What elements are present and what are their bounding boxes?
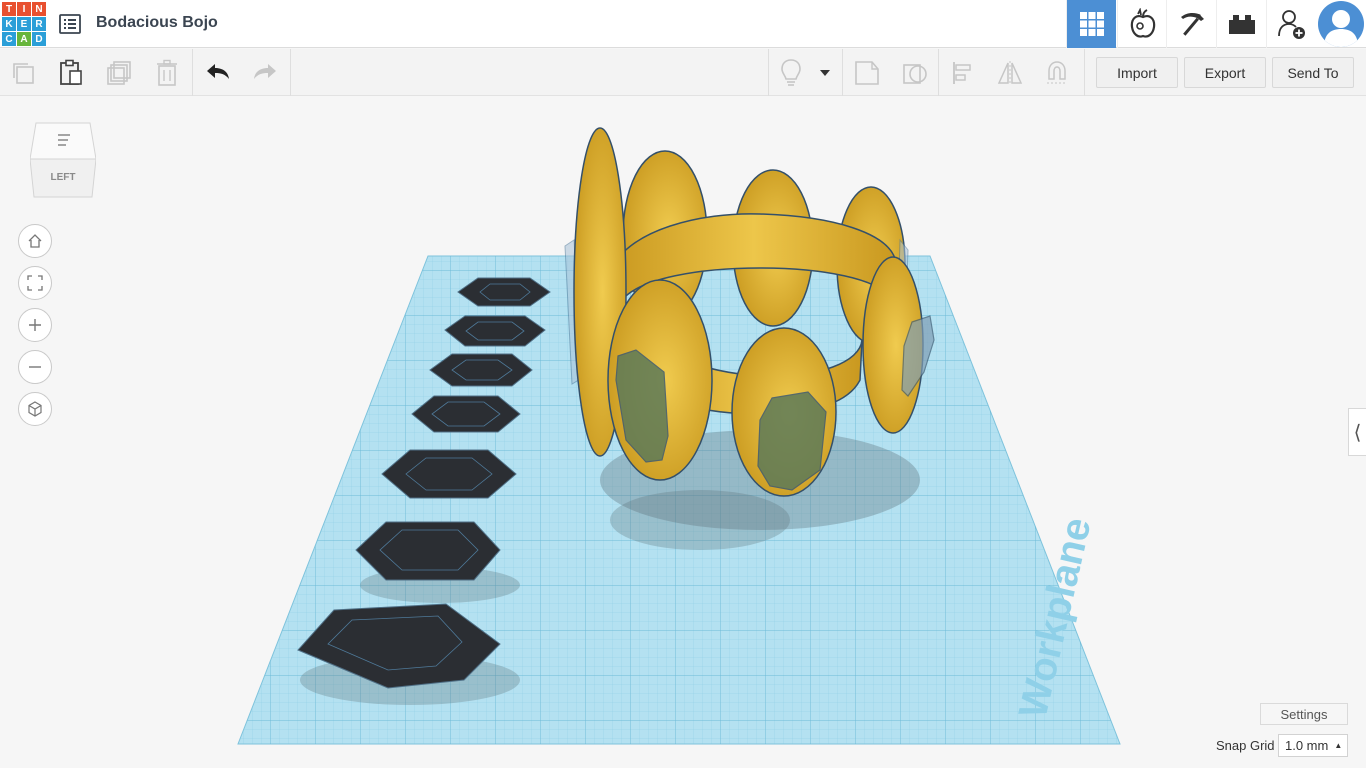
pickaxe-icon bbox=[1180, 12, 1204, 36]
fit-view-button[interactable] bbox=[18, 266, 52, 300]
caret-up-icon: ▲ bbox=[1334, 741, 1343, 750]
logo-letter: C bbox=[2, 32, 16, 46]
user-avatar[interactable] bbox=[1318, 1, 1364, 47]
duplicate-icon bbox=[107, 60, 131, 85]
show-hide-button[interactable] bbox=[768, 49, 814, 96]
toolbar-divider bbox=[842, 49, 843, 96]
apple-icon bbox=[1130, 8, 1155, 38]
cruise-button[interactable] bbox=[1034, 49, 1080, 96]
bricks-view-button[interactable] bbox=[1216, 0, 1266, 48]
logo-letter: E bbox=[17, 17, 31, 31]
plus-icon bbox=[29, 319, 41, 331]
logo-letter: T bbox=[2, 2, 16, 16]
logo-letter: R bbox=[32, 17, 46, 31]
undo-icon bbox=[207, 63, 229, 79]
magnet-icon bbox=[1047, 60, 1067, 83]
delete-button[interactable] bbox=[144, 49, 190, 96]
ungroup-icon bbox=[903, 63, 927, 84]
fit-all-icon bbox=[27, 275, 43, 291]
octagon-plate[interactable] bbox=[444, 315, 546, 347]
brick-icon bbox=[1228, 15, 1255, 34]
logo-letter: K bbox=[2, 17, 16, 31]
logo-letter: A bbox=[17, 32, 31, 46]
invite-user-button[interactable] bbox=[1266, 0, 1316, 48]
logo-letter: D bbox=[32, 32, 46, 46]
home-icon bbox=[28, 234, 42, 248]
export-button[interactable]: Export bbox=[1184, 57, 1266, 88]
trash-icon bbox=[157, 59, 177, 86]
blocks-view-button[interactable] bbox=[1166, 0, 1216, 48]
mirror-button[interactable] bbox=[987, 49, 1033, 96]
design-list-button[interactable] bbox=[58, 12, 82, 36]
settings-button[interactable]: Settings bbox=[1260, 703, 1348, 725]
snap-grid-label: Snap Grid bbox=[1216, 738, 1275, 753]
octagon-plate[interactable] bbox=[457, 277, 551, 307]
view-cube-face-label: LEFT bbox=[50, 172, 76, 183]
top-bar: T I N K E R C A D Bodacious Bojo bbox=[0, 0, 1366, 48]
logo-letter: I bbox=[17, 2, 31, 16]
3d-design-view-button[interactable] bbox=[1066, 0, 1116, 48]
view-cube-icon bbox=[29, 122, 97, 198]
caret-down-icon bbox=[820, 69, 830, 76]
clipboard-icon bbox=[60, 59, 82, 85]
edit-toolbar: Import Export Send To bbox=[0, 49, 1366, 96]
import-button[interactable]: Import bbox=[1096, 57, 1178, 88]
toolbar-divider bbox=[1084, 49, 1085, 96]
duplicate-button[interactable] bbox=[96, 49, 142, 96]
logo-letter: N bbox=[32, 2, 46, 16]
group-button[interactable] bbox=[844, 49, 890, 96]
copy-icon bbox=[13, 62, 34, 84]
grid-icon bbox=[1079, 12, 1104, 36]
zoom-out-button[interactable] bbox=[18, 350, 52, 384]
redo-button[interactable] bbox=[242, 49, 288, 96]
lightbulb-icon bbox=[781, 58, 801, 86]
chevron-left-icon: ⟨ bbox=[1353, 421, 1362, 444]
show-hide-dropdown[interactable] bbox=[812, 49, 838, 96]
snap-grid-value: 1.0 mm bbox=[1285, 738, 1329, 753]
toolbar-divider bbox=[938, 49, 939, 96]
align-button[interactable] bbox=[940, 49, 986, 96]
align-icon bbox=[953, 61, 971, 84]
toolbar-divider bbox=[192, 49, 193, 96]
home-view-button[interactable] bbox=[18, 224, 52, 258]
view-cube[interactable]: LEFT bbox=[29, 121, 97, 199]
redo-icon bbox=[254, 63, 276, 79]
octagon-plate[interactable] bbox=[429, 353, 533, 387]
perspective-toggle-button[interactable] bbox=[18, 392, 52, 426]
cube-icon bbox=[28, 401, 42, 417]
project-title[interactable]: Bodacious Bojo bbox=[96, 14, 218, 32]
send-to-button[interactable]: Send To bbox=[1272, 57, 1354, 88]
octagon-plate[interactable] bbox=[355, 521, 501, 581]
copy-button[interactable] bbox=[0, 49, 46, 96]
minus-icon bbox=[29, 366, 41, 368]
ungroup-button[interactable] bbox=[892, 49, 938, 96]
mirror-icon bbox=[997, 60, 1023, 85]
octagon-plate[interactable] bbox=[381, 449, 517, 499]
paste-button[interactable] bbox=[48, 49, 94, 96]
list-icon bbox=[59, 14, 81, 34]
tinkercad-logo[interactable]: T I N K E R C A D bbox=[2, 2, 46, 46]
3d-canvas[interactable]: Workplane bbox=[0, 96, 1366, 768]
add-user-icon bbox=[1277, 10, 1305, 39]
undo-button[interactable] bbox=[195, 49, 241, 96]
zoom-in-button[interactable] bbox=[18, 308, 52, 342]
group-icon bbox=[855, 60, 879, 85]
avatar-icon bbox=[1324, 10, 1358, 47]
sim-lab-view-button[interactable] bbox=[1117, 0, 1167, 48]
shapes-panel-toggle[interactable]: ⟨ bbox=[1348, 408, 1366, 456]
snap-grid-select[interactable]: 1.0 mm ▲ bbox=[1278, 734, 1348, 757]
toolbar-divider bbox=[290, 49, 291, 96]
octagon-plate[interactable] bbox=[411, 395, 521, 433]
